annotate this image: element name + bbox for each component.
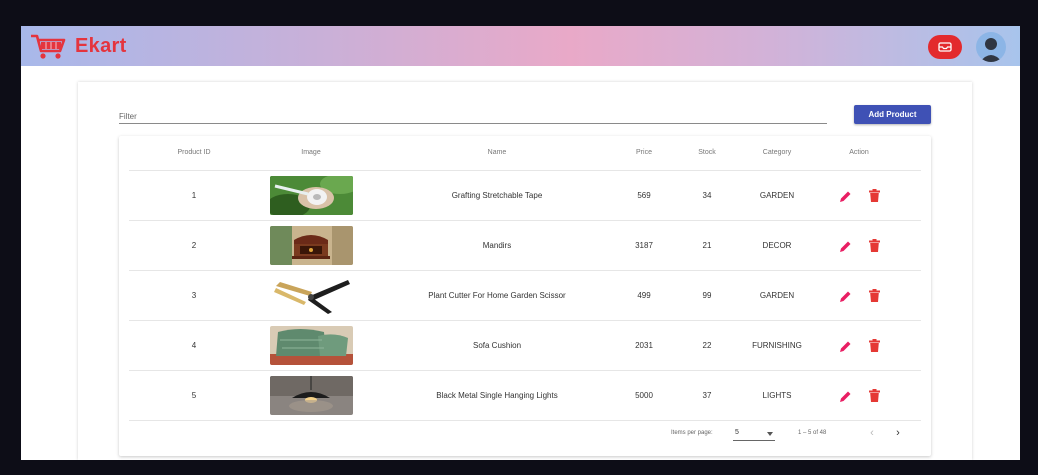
table-row: 5 Black Metal Single Hanging Lights 5000… bbox=[129, 370, 921, 420]
product-id-cell: 5 bbox=[191, 391, 197, 400]
sofa-cushion-photo bbox=[270, 326, 353, 365]
products-panel: Filter Add Product Product ID Image Name… bbox=[78, 82, 972, 460]
product-price-cell: 499 bbox=[637, 291, 651, 300]
product-price-cell: 2031 bbox=[635, 341, 653, 350]
trash-icon[interactable] bbox=[869, 389, 880, 402]
column-header-name[interactable]: Name bbox=[397, 136, 597, 170]
items-per-page-select[interactable]: 5 bbox=[733, 427, 775, 441]
grafting-tape-photo bbox=[270, 176, 353, 215]
trash-icon[interactable] bbox=[869, 189, 880, 202]
column-header-action: Action bbox=[849, 149, 869, 156]
notification-button[interactable] bbox=[928, 35, 962, 59]
product-name-cell: Grafting Stretchable Tape bbox=[451, 191, 543, 200]
column-header-category[interactable]: Category bbox=[737, 136, 817, 170]
user-avatar-icon bbox=[980, 38, 1002, 62]
pencil-icon[interactable] bbox=[839, 390, 852, 403]
mandir-photo bbox=[270, 226, 353, 265]
product-name-cell: Sofa Cushion bbox=[472, 341, 522, 350]
logo[interactable]: Ekart bbox=[29, 32, 127, 60]
items-per-page-label: Items per page: bbox=[671, 430, 713, 436]
inbox-icon bbox=[938, 42, 952, 52]
shopping-cart-icon bbox=[31, 34, 66, 59]
product-name-cell: Plant Cutter For Home Garden Scissor bbox=[428, 291, 566, 300]
table-row: 2 Mandirs 3187 21 DECOR bbox=[129, 220, 921, 270]
product-stock-cell: 21 bbox=[702, 241, 712, 250]
product-stock-cell: 37 bbox=[702, 391, 712, 400]
trash-icon[interactable] bbox=[869, 289, 880, 302]
pencil-icon[interactable] bbox=[839, 240, 852, 253]
product-category-cell: FURNISHING bbox=[752, 341, 802, 350]
table-row: 3 Plant Cutter For Home Garden Scissor 4… bbox=[129, 270, 921, 320]
trash-icon[interactable] bbox=[869, 239, 880, 252]
trash-icon[interactable] bbox=[869, 339, 880, 352]
product-id-cell: 1 bbox=[191, 191, 197, 200]
product-stock-cell: 22 bbox=[702, 341, 712, 350]
product-id-cell: 4 bbox=[191, 341, 197, 350]
product-category-cell: DECOR bbox=[762, 241, 792, 250]
filter-input[interactable]: Filter bbox=[119, 112, 137, 121]
user-avatar[interactable] bbox=[976, 32, 1006, 62]
pencil-icon[interactable] bbox=[839, 340, 852, 353]
product-category-cell: GARDEN bbox=[759, 291, 795, 300]
table-footer-divider bbox=[129, 420, 921, 421]
app-window: Ekart Filter Add Product Product ID Imag… bbox=[21, 26, 1020, 460]
product-category-cell: GARDEN bbox=[759, 191, 795, 200]
next-page-button[interactable]: › bbox=[891, 426, 905, 440]
product-name-cell: Mandirs bbox=[482, 241, 512, 250]
table-row: 1 Grafting Stretchable Tape 569 34 GARDE… bbox=[129, 170, 921, 220]
table-row: 4 Sofa Cushion 2031 22 FURNISHING bbox=[129, 320, 921, 370]
column-header-price[interactable]: Price bbox=[619, 136, 669, 170]
top-navbar: Ekart bbox=[21, 26, 1020, 66]
products-table: Product ID Image Name Price Stock Catego… bbox=[119, 136, 931, 456]
pencil-icon[interactable] bbox=[839, 290, 852, 303]
product-price-cell: 569 bbox=[637, 191, 651, 200]
pencil-icon[interactable] bbox=[839, 190, 852, 203]
items-per-page-value: 5 bbox=[735, 429, 739, 436]
previous-page-button[interactable]: ‹ bbox=[865, 426, 879, 440]
page-range-label: 1 – 5 of 48 bbox=[798, 430, 827, 436]
product-category-cell: LIGHTS bbox=[762, 391, 792, 400]
plant-cutter-photo bbox=[270, 276, 353, 315]
product-stock-cell: 99 bbox=[702, 291, 712, 300]
product-stock-cell: 34 bbox=[702, 191, 712, 200]
chevron-right-icon: › bbox=[896, 427, 900, 439]
add-product-button[interactable]: Add Product bbox=[854, 105, 931, 124]
column-header-product-id[interactable]: Product ID bbox=[154, 136, 234, 170]
table-header: Product ID Image Name Price Stock Catego… bbox=[119, 136, 931, 170]
product-name-cell: Black Metal Single Hanging Lights bbox=[436, 391, 558, 400]
column-header-stock[interactable]: Stock bbox=[682, 136, 732, 170]
brand-name: Ekart bbox=[75, 34, 127, 57]
filter-underline bbox=[119, 123, 827, 124]
product-price-cell: 5000 bbox=[635, 391, 653, 400]
hanging-light-photo bbox=[270, 376, 353, 415]
chevron-down-icon bbox=[767, 432, 773, 436]
column-header-image: Image bbox=[301, 149, 321, 156]
product-id-cell: 2 bbox=[191, 241, 197, 250]
chevron-left-icon: ‹ bbox=[870, 427, 874, 439]
product-price-cell: 3187 bbox=[635, 241, 653, 250]
product-id-cell: 3 bbox=[191, 291, 197, 300]
